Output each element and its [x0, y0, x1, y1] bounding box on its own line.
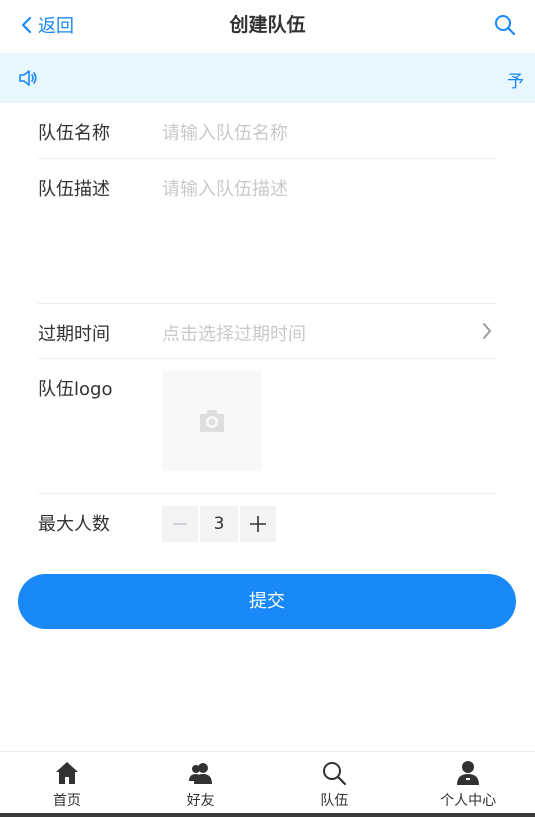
- chevron-right-icon: [483, 323, 491, 339]
- max-members-row: 最大人数 3: [38, 494, 496, 556]
- submit-button[interactable]: 提交: [18, 574, 516, 629]
- expire-time-picker[interactable]: 点击选择过期时间: [162, 320, 306, 346]
- tab-home-label: 首页: [52, 793, 81, 809]
- decrease-button[interactable]: [162, 506, 198, 542]
- tab-profile-label: 个人中心: [440, 793, 497, 809]
- friends-icon: [188, 763, 212, 784]
- chevron-left-icon: [21, 16, 32, 34]
- search-icon[interactable]: [493, 13, 517, 37]
- team-name-row: 队伍名称 请输入队伍名称: [38, 103, 496, 159]
- expire-time-label: 过期时间: [38, 324, 110, 345]
- team-name-label: 队伍名称: [38, 123, 110, 144]
- create-team-form: 队伍名称 请输入队伍名称 队伍描述 请输入队伍描述 过期时间 点击选择过期时间 …: [38, 103, 496, 556]
- team-logo-row: 队伍logo: [38, 359, 496, 494]
- max-members-stepper: 3: [162, 506, 276, 542]
- max-members-input[interactable]: 3: [200, 506, 238, 542]
- tab-team-label: 队伍: [320, 793, 349, 809]
- expire-time-row[interactable]: 过期时间 点击选择过期时间: [38, 304, 496, 359]
- page-title: 创建队伍: [229, 14, 306, 36]
- team-desc-input[interactable]: 请输入队伍描述: [162, 175, 288, 201]
- team-desc-label: 队伍描述: [38, 179, 110, 200]
- logo-uploader[interactable]: [162, 371, 262, 471]
- increase-button[interactable]: [240, 506, 276, 542]
- nav-bar: 返回 创建队伍: [0, 0, 535, 50]
- team-logo-label: 队伍logo: [38, 379, 113, 400]
- team-name-input[interactable]: 请输入队伍名称: [162, 119, 288, 145]
- tab-team[interactable]: 队伍: [268, 752, 402, 817]
- tab-bar: 首页 好友 队伍 个人中心: [0, 751, 535, 817]
- back-label: 返回: [38, 16, 74, 37]
- notice-bar: 予: [0, 53, 535, 103]
- search-icon: [323, 762, 347, 786]
- back-button[interactable]: 返回: [20, 0, 74, 50]
- home-icon: [55, 762, 78, 784]
- volume-icon: [19, 70, 37, 86]
- tab-friends-label: 好友: [186, 793, 215, 809]
- max-members-label: 最大人数: [38, 514, 110, 535]
- tab-friends[interactable]: 好友: [134, 752, 268, 817]
- camera-icon: [200, 410, 224, 432]
- tab-home[interactable]: 首页: [0, 752, 134, 817]
- window-bottom-edge: [0, 813, 535, 817]
- user-icon: [457, 761, 480, 785]
- minus-icon: [173, 523, 187, 525]
- tab-profile[interactable]: 个人中心: [401, 752, 535, 817]
- plus-icon: [250, 516, 266, 532]
- notice-text: 予: [507, 72, 524, 92]
- team-desc-row: 队伍描述 请输入队伍描述: [38, 159, 496, 304]
